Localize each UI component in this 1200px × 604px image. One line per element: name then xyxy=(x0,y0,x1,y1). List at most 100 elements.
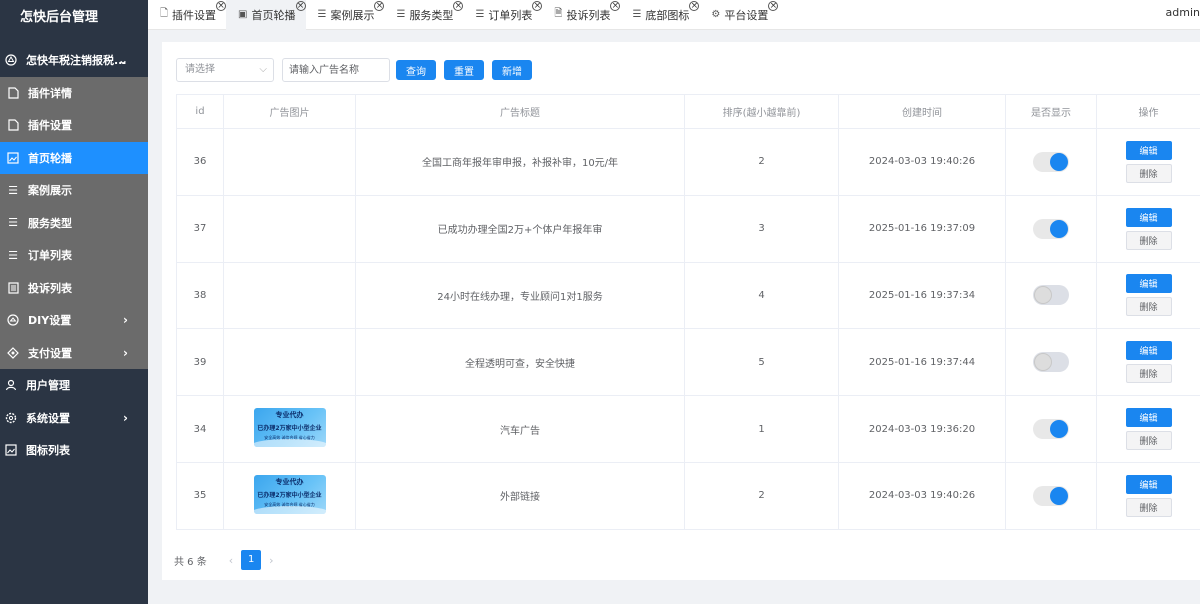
sidebar-item-plugin-settings[interactable]: 插件设置 xyxy=(0,109,148,142)
row-actions: 编辑 删除 xyxy=(1097,341,1200,384)
cell-sort: 2 xyxy=(684,462,839,530)
delete-button[interactable]: 删除 xyxy=(1125,297,1172,317)
sidebar-item-system-settings[interactable]: 系统设置 › xyxy=(0,402,148,435)
search-input[interactable] xyxy=(282,58,390,82)
close-icon[interactable]: × xyxy=(532,0,543,11)
cell-show xyxy=(1005,395,1097,463)
reset-button[interactable]: 重置 xyxy=(444,60,484,80)
sidebar-item-service-type[interactable]: ☰ 服务类型 xyxy=(0,207,148,240)
ad-image-wave xyxy=(253,505,326,514)
show-toggle[interactable] xyxy=(1033,352,1069,373)
column-header-image[interactable]: 广告图片 xyxy=(223,94,356,129)
list-icon: ☰ xyxy=(475,9,485,20)
cell-created: 2024-03-03 19:40:26 xyxy=(838,462,1006,530)
sidebar-item-complaint-list[interactable]: 投诉列表 xyxy=(0,272,148,305)
column-header-title[interactable]: 广告标题 xyxy=(355,94,685,129)
sidebar-item-payment-settings[interactable]: 支付设置 › xyxy=(0,337,148,370)
close-icon[interactable]: × xyxy=(295,0,306,11)
edit-button[interactable]: 编辑 xyxy=(1125,474,1172,494)
select-value: 请选择 xyxy=(185,64,215,75)
column-header-id[interactable]: id xyxy=(176,94,224,129)
diy-icon xyxy=(6,313,20,327)
page-number[interactable]: 1 xyxy=(241,550,262,570)
sidebar-item-label: 订单列表 xyxy=(28,249,72,263)
toggle-knob xyxy=(1050,152,1068,171)
cell-created: 2025-01-16 19:37:09 xyxy=(838,195,1006,263)
menu-group: 怎快年税注销报税... ⌄ 插件详情 插件设置 首页轮播 ☰ 案例展示 ☰ 服务… xyxy=(0,44,148,467)
tab-platform-settings[interactable]: ⚙ 平台设置 × xyxy=(699,0,779,30)
row-actions: 编辑 删除 xyxy=(1097,408,1200,451)
show-toggle[interactable] xyxy=(1033,419,1069,440)
sidebar-item-order-list[interactable]: ☰ 订单列表 xyxy=(0,239,148,272)
tab-case-display[interactable]: ☰ 案例展示 × xyxy=(306,0,385,30)
tab-plugin-settings[interactable]: 🗋 插件设置 × xyxy=(148,0,227,30)
sidebar-item-diy-settings[interactable]: DIY设置 › xyxy=(0,304,148,337)
cell-id: 34 xyxy=(176,395,224,463)
list-icon: ☰ xyxy=(8,248,18,262)
edit-button[interactable]: 编辑 xyxy=(1125,207,1172,227)
query-button[interactable]: 查询 xyxy=(396,60,436,80)
list-icon: ☰ xyxy=(317,9,327,20)
add-button[interactable]: 新增 xyxy=(492,60,532,80)
next-page-icon[interactable]: › xyxy=(269,554,273,567)
close-icon[interactable]: × xyxy=(216,0,227,11)
ad-image-wave xyxy=(253,439,326,448)
column-header-actions[interactable]: 操作 xyxy=(1096,94,1200,129)
column-header-created[interactable]: 创建时间 xyxy=(838,94,1006,129)
show-toggle[interactable] xyxy=(1033,151,1069,172)
edit-button[interactable]: 编辑 xyxy=(1125,274,1172,294)
tab-order-list[interactable]: ☰ 订单列表 × xyxy=(463,0,543,30)
edit-button[interactable]: 编辑 xyxy=(1125,341,1172,361)
tab-label: 投诉列表 xyxy=(566,8,611,22)
delete-button[interactable]: 删除 xyxy=(1125,497,1172,517)
user-name[interactable]: admin xyxy=(1166,0,1200,26)
close-icon[interactable]: × xyxy=(453,0,464,11)
sidebar-item-icon-list[interactable]: 图标列表 xyxy=(0,434,148,467)
menu-group-plugin[interactable]: 怎快年税注销报税... ⌄ xyxy=(0,44,148,77)
sidebar-item-label: 用户管理 xyxy=(26,379,70,393)
sidebar-item-user-management[interactable]: 用户管理 xyxy=(0,369,148,402)
tab-home-carousel[interactable]: ▣ 首页轮播 × xyxy=(226,0,306,30)
cell-id: 36 xyxy=(176,128,224,196)
tab-complaint-list[interactable]: 🗎 投诉列表 × xyxy=(542,0,621,30)
row-actions: 编辑 删除 xyxy=(1097,140,1200,183)
delete-button[interactable]: 删除 xyxy=(1125,364,1172,384)
list-icon: ☰ xyxy=(8,216,18,230)
sidebar-item-plugin-detail[interactable]: 插件详情 xyxy=(0,77,148,110)
show-toggle[interactable] xyxy=(1033,485,1069,506)
delete-button[interactable]: 删除 xyxy=(1125,431,1172,451)
delete-button[interactable]: 删除 xyxy=(1125,163,1172,183)
app-icon xyxy=(4,53,18,67)
edit-button[interactable]: 编辑 xyxy=(1125,408,1172,428)
category-select[interactable]: 请选择 ⌵ xyxy=(176,58,274,82)
column-header-sort[interactable]: 排序(越小越靠前) xyxy=(684,94,839,129)
column-header-show[interactable]: 是否显示 xyxy=(1005,94,1097,129)
close-icon[interactable]: × xyxy=(689,0,700,11)
prev-page-icon[interactable]: ‹ xyxy=(229,554,233,567)
toggle-knob xyxy=(1050,486,1068,505)
image-icon xyxy=(4,443,18,457)
tab-bottom-icons[interactable]: ☰ 底部图标 × xyxy=(620,0,700,30)
delete-button[interactable]: 删除 xyxy=(1125,230,1172,250)
user-icon xyxy=(4,378,18,392)
tab-label: 首页轮播 xyxy=(251,8,296,22)
close-icon[interactable]: × xyxy=(768,0,779,11)
close-icon[interactable]: × xyxy=(374,0,385,11)
show-toggle[interactable] xyxy=(1033,285,1069,306)
image-icon xyxy=(6,151,20,165)
cell-image xyxy=(223,195,356,263)
edit-button[interactable]: 编辑 xyxy=(1125,140,1172,160)
cell-image: 专业代办 已办理2万家中小型企业 安全高效 诚信合规 省心省力 xyxy=(223,462,356,530)
sidebar-item-case-display[interactable]: ☰ 案例展示 xyxy=(0,174,148,207)
close-icon[interactable]: × xyxy=(610,0,621,11)
tab-service-type[interactable]: ☰ 服务类型 × xyxy=(384,0,464,30)
list-icon: ☰ xyxy=(8,183,18,197)
sidebar-item-label: 案例展示 xyxy=(28,184,72,198)
file-icon xyxy=(6,118,20,132)
sidebar-item-label: 服务类型 xyxy=(28,216,72,230)
ad-image[interactable]: 专业代办 已办理2万家中小型企业 安全高效 诚信合规 省心省力 xyxy=(253,474,326,514)
ad-image[interactable]: 专业代办 已办理2万家中小型企业 安全高效 诚信合规 省心省力 xyxy=(253,408,326,448)
sidebar-item-home-carousel[interactable]: 首页轮播 xyxy=(0,141,148,174)
cell-created: 2025-01-16 19:37:34 xyxy=(838,262,1006,330)
show-toggle[interactable] xyxy=(1033,218,1069,239)
